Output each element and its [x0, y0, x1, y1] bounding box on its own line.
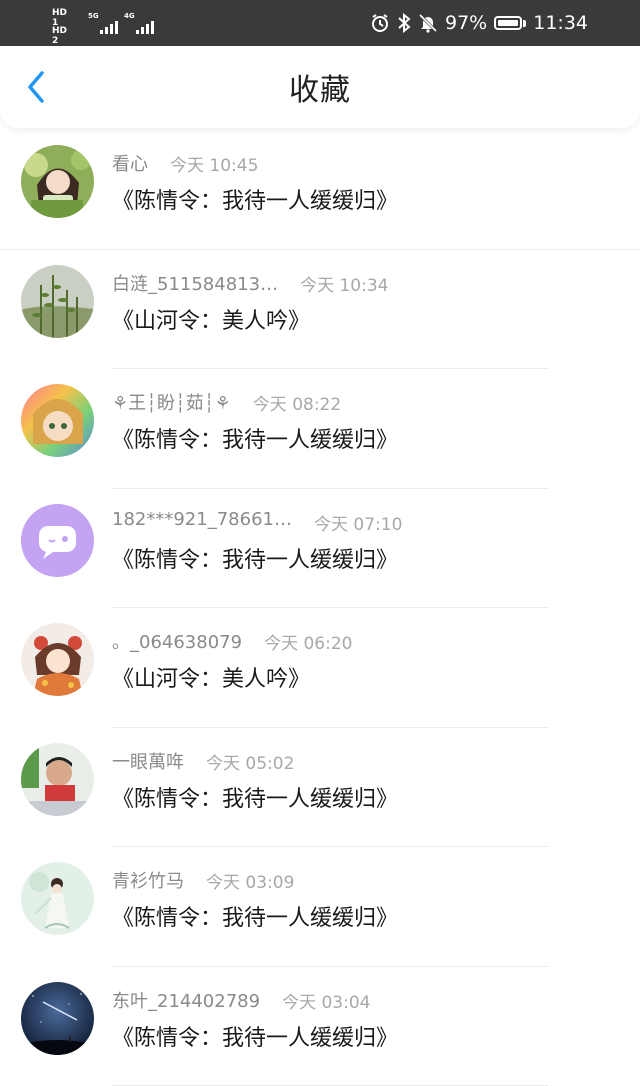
sim2-signal-icon: 4G: [124, 16, 154, 34]
user-name: 。_064638079: [112, 628, 242, 654]
favorited-work-title: 《陈情令：我待一人缓缓归》: [112, 1020, 398, 1052]
timestamp: 今天 10:45: [170, 151, 258, 176]
avatar[interactable]: [21, 265, 94, 338]
alarm-icon: [370, 13, 390, 33]
sim1-signal-icon: 5G: [88, 16, 118, 34]
favorited-work-title: 《陈情令：我待一人缓缓归》: [112, 781, 398, 813]
favorite-list-item[interactable]: 青衫竹马今天 03:09 《陈情令：我待一人缓缓归》: [0, 847, 640, 967]
favorited-work-title: 《山河令：美人吟》: [112, 661, 310, 693]
favorited-work-title: 《陈情令：我待一人缓缓归》: [112, 422, 398, 454]
avatar[interactable]: [21, 743, 94, 816]
favorited-work-title: 《山河令：美人吟》: [112, 303, 310, 335]
favorited-work-title: 《陈情令：我待一人缓缓归》: [112, 900, 398, 932]
battery-icon: [494, 16, 526, 30]
timestamp: 今天 03:04: [282, 988, 370, 1013]
timestamp: 今天 03:09: [206, 868, 294, 893]
timestamp: 今天 06:20: [264, 629, 352, 654]
status-right: 97% 11:34: [370, 0, 588, 46]
favorite-list-item[interactable]: 东叶_214402789 今天 03:04 《陈情令：我待一人缓缓归》: [0, 967, 640, 1086]
timestamp: 今天 05:02: [206, 749, 294, 774]
hd-badge-2-text: HD 2: [52, 26, 67, 46]
sim1-network-label: 5G: [88, 12, 99, 20]
hd-badge-1-text: HD 1: [52, 8, 67, 28]
favorite-list-item[interactable]: 一眼萬哖今天 05:02 《陈情令：我待一人缓缓归》: [0, 728, 640, 848]
avatar[interactable]: [21, 862, 94, 935]
user-name: ⚘王┆盼┆茹┆⚘: [112, 389, 231, 415]
page-title: 收藏: [0, 46, 640, 128]
favorites-list: 看心今天 10:45《陈情令：我待一人缓缓归》白涟_511584813…今天 1…: [0, 130, 640, 1086]
hd-badge-2: HD 2: [52, 26, 67, 46]
timestamp: 今天 08:22: [253, 390, 341, 415]
favorite-list-item[interactable]: 182***921_78661… 今天 07:10 《陈情令：我待一人缓缓归》: [0, 489, 640, 609]
avatar[interactable]: [21, 145, 94, 218]
mute-icon: [418, 13, 438, 33]
user-name: 看心: [112, 150, 148, 176]
avatar[interactable]: [21, 384, 94, 457]
sim2-network-label: 4G: [124, 12, 135, 20]
user-name: 182***921_78661…: [112, 509, 292, 530]
status-bar: HD 1 HD 2 5G 4G 97% 11:34: [0, 0, 640, 46]
user-name: 白涟_511584813…: [112, 270, 278, 296]
clock: 11:34: [533, 12, 588, 34]
user-name: 一眼萬哖: [112, 748, 184, 774]
hd-badge-1: HD 1: [52, 8, 67, 28]
favorite-list-item[interactable]: 看心今天 10:45 《陈情令：我待一人缓缓归》: [0, 130, 640, 250]
avatar[interactable]: [21, 504, 94, 577]
battery-percent: 97%: [445, 12, 487, 34]
favorite-list-item[interactable]: ⚘王┆盼┆茹┆⚘ 今天 08:22 《陈情令：我待一人缓缓归》: [0, 369, 640, 489]
header-bar: 收藏: [0, 46, 640, 128]
favorite-list-item[interactable]: 。_064638079 今天 06:20 《山河令：美人吟》: [0, 608, 640, 728]
favorited-work-title: 《陈情令：我待一人缓缓归》: [112, 183, 398, 215]
user-name: 东叶_214402789: [112, 987, 260, 1013]
favorite-list-item[interactable]: 白涟_511584813… 今天 10:34 《山河令：美人吟》: [0, 250, 640, 370]
timestamp: 今天 07:10: [314, 510, 402, 535]
bluetooth-icon: [397, 13, 411, 33]
user-name: 青衫竹马: [112, 867, 184, 893]
timestamp: 今天 10:34: [300, 271, 388, 296]
avatar[interactable]: [21, 623, 94, 696]
favorited-work-title: 《陈情令：我待一人缓缓归》: [112, 542, 398, 574]
avatar[interactable]: [21, 982, 94, 1055]
